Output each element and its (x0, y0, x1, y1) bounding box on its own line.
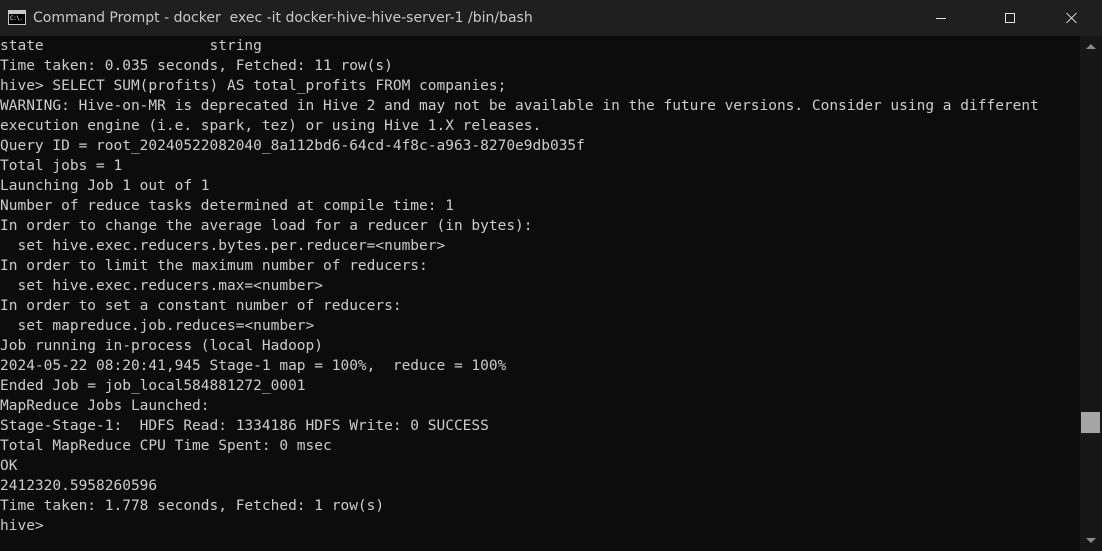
console-line: set hive.exec.reducers.bytes.per.reducer… (0, 238, 446, 254)
console-line: In order to limit the maximum number of … (0, 258, 428, 274)
icon-label: C:\. (10, 15, 23, 22)
console-line: Ended Job = job_local584881272_0001 (0, 378, 306, 394)
minimize-icon (936, 17, 946, 19)
minimize-button[interactable] (918, 0, 964, 36)
console-line: set hive.exec.reducers.max=<number> (0, 278, 324, 294)
console-prompt-line[interactable]: hive> (0, 516, 1080, 536)
scrollbar-thumb[interactable] (1081, 412, 1100, 433)
console-line: In order to change the average load for … (0, 218, 533, 234)
console-line: WARNING: Hive-on-MR is deprecated in Hiv… (0, 98, 1039, 114)
console-line: MapReduce Jobs Launched: (0, 398, 210, 414)
console-line: Total jobs = 1 (0, 158, 123, 174)
title-bar[interactable]: C:\. Command Prompt - docker exec -it do… (0, 0, 1102, 36)
console-line: set mapreduce.job.reduces=<number> (0, 318, 315, 334)
console-line: Launching Job 1 out of 1 (0, 178, 210, 194)
console-line: Time taken: 0.035 seconds, Fetched: 11 r… (0, 58, 393, 74)
console-output[interactable]: state string Time taken: 0.035 seconds, … (0, 36, 1080, 551)
maximize-icon (1005, 13, 1015, 23)
console-line: Query ID = root_20240522082040_8a112bd6-… (0, 138, 585, 154)
scroll-down-arrow-icon[interactable] (1086, 538, 1096, 543)
console-line: execution engine (i.e. spark, tez) or us… (0, 118, 542, 134)
console-line: In order to set a constant number of red… (0, 298, 402, 314)
close-icon (1066, 12, 1078, 24)
console-line: Stage-Stage-1: HDFS Read: 1334186 HDFS W… (0, 418, 489, 434)
command-prompt-icon[interactable]: C:\. (8, 10, 26, 25)
close-button[interactable] (1049, 0, 1095, 36)
scroll-up-arrow-icon[interactable] (1086, 44, 1096, 49)
console-line: state string (0, 38, 262, 54)
console-line: Job running in-process (local Hadoop) (0, 338, 324, 354)
console-line: 2024-05-22 08:20:41,945 Stage-1 map = 10… (0, 358, 507, 374)
vertical-scrollbar[interactable] (1080, 36, 1102, 551)
console-line: OK (0, 458, 18, 474)
console-line: 2412320.5958260596 (0, 478, 158, 494)
console-line: Time taken: 1.778 seconds, Fetched: 1 ro… (0, 498, 385, 514)
console-line: Total MapReduce CPU Time Spent: 0 msec (0, 438, 332, 454)
window-title: Command Prompt - docker exec -it docker-… (33, 10, 533, 26)
console-line: Number of reduce tasks determined at com… (0, 198, 454, 214)
command-prompt-window: C:\. Command Prompt - docker exec -it do… (0, 0, 1102, 551)
console-line: hive> SELECT SUM(profits) AS total_profi… (0, 78, 507, 94)
maximize-button[interactable] (987, 0, 1033, 36)
